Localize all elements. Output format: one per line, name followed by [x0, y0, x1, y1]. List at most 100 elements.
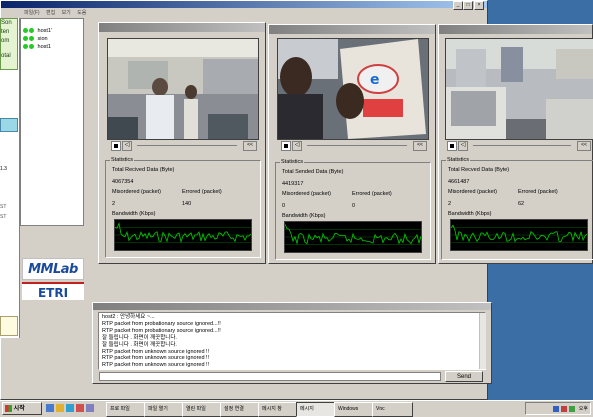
taskbar-button[interactable]: 메시지 창 — [258, 402, 299, 417]
quicklaunch-icon[interactable] — [76, 404, 84, 412]
system-tray: 오후 — [525, 402, 591, 415]
taskbar-button-label: 파일 열기 — [148, 406, 168, 412]
host-list-item[interactable]: host1' — [23, 27, 52, 35]
taskbar-button-active[interactable]: 메시지 — [296, 402, 337, 417]
video-window-1[interactable]: ◁ << Statistics Total Recived Data (Byte… — [98, 22, 266, 264]
send-button[interactable]: Send — [445, 371, 483, 382]
quicklaunch-icon[interactable] — [86, 404, 94, 412]
video-window-3[interactable]: ◁ << Statistics Total Recved Data (Byte)… — [438, 24, 593, 264]
playback-slider[interactable] — [137, 145, 237, 146]
settings-button[interactable]: << — [243, 141, 257, 151]
start-label: 시작 — [13, 406, 25, 412]
misordered-value: 2 — [112, 201, 116, 207]
log-line: RTP packet from unknown source ignored !… — [102, 355, 210, 362]
log-line: RTP packet from unknown source ignored !… — [102, 362, 210, 369]
host-list-item[interactable]: sion — [23, 35, 48, 43]
tray-icon[interactable] — [552, 405, 559, 412]
menu-item-file[interactable]: 파일(F) — [24, 10, 40, 16]
tray-icon[interactable] — [569, 405, 576, 412]
left-cyan-bar — [0, 118, 18, 132]
etri-logo-text: ETRI — [22, 282, 84, 302]
statistics-group-2: Statistics Total Sended Data (Byte) 4419… — [275, 159, 431, 260]
left-yellow-field — [0, 316, 18, 336]
log-line: 잘 들립니다 . 화면이 깨끗합니다. — [102, 341, 177, 348]
log-window[interactable]: host2 : 안녕하세요 ~... RTP packet from proba… — [92, 302, 492, 384]
left-edge-panel: Son ten om otal 1.3 ST ST — [0, 18, 20, 338]
errored-value: 0 — [352, 203, 356, 209]
log-line: 잘 들립니다 . 화면이 깨끗합니다. — [102, 334, 177, 341]
edge-label: ST — [0, 204, 7, 210]
video-window-2[interactable]: e ◁ << Statistics Total Sended Data (Byt… — [268, 24, 436, 264]
taskbar-button-label: 메시지 창 — [262, 406, 282, 412]
close-button[interactable]: × — [474, 1, 484, 10]
settings-button[interactable]: << — [577, 141, 591, 151]
minimize-button[interactable]: _ — [453, 1, 463, 10]
etri-logo: ETRI — [22, 282, 84, 300]
log-line: RTP packet from probationary source igno… — [102, 327, 221, 334]
edge-label: ST — [0, 214, 7, 220]
partial-label: otal — [1, 53, 11, 59]
taskbar-button[interactable]: 설정 연결 — [220, 402, 261, 417]
tray-clock: 오후 — [578, 406, 588, 412]
taskbar-button-label: Vnc — [376, 406, 385, 412]
bandwidth-label: Bandwidth (Kbps) — [448, 211, 492, 217]
taskbar-button[interactable]: 열린 파일 — [182, 402, 223, 417]
statistics-title: Statistics — [110, 157, 135, 163]
host-name: sion — [37, 36, 48, 42]
bandwidth-trace-line — [115, 222, 251, 244]
menu-item-view[interactable]: 보기 — [62, 10, 71, 16]
video-frame-computer-lab — [446, 39, 593, 139]
bandwidth-trace-svg — [451, 224, 587, 243]
playback-slider[interactable] — [307, 145, 407, 146]
menu-item-edit[interactable]: 편집 — [46, 10, 55, 16]
video-feed-2: e — [277, 38, 429, 140]
errored-label: Errored (packet) — [352, 191, 392, 197]
taskbar-button[interactable]: 프로 파일 — [106, 402, 147, 417]
taskbar-button[interactable]: Vnc — [372, 402, 413, 417]
stop-button[interactable] — [111, 141, 121, 151]
video-window-1-title-bar — [99, 23, 265, 32]
bandwidth-label: Bandwidth (Kbps) — [282, 213, 326, 219]
log-line: host2 : 안녕하세요 ~... — [102, 314, 155, 320]
tray-icon[interactable] — [561, 405, 568, 412]
partial-label: ten — [1, 29, 10, 35]
quicklaunch-icon[interactable] — [46, 404, 54, 412]
settings-button[interactable]: << — [413, 141, 427, 151]
taskbar-button-label: 메시지 — [300, 406, 314, 412]
quicklaunch-icon[interactable] — [66, 404, 74, 412]
data-label: Total Recived Data (Byte) — [112, 167, 175, 173]
statistics-group-1: Statistics Total Recived Data (Byte) 406… — [105, 157, 261, 258]
partial-label: om — [1, 38, 10, 44]
quicklaunch-icon[interactable] — [56, 404, 64, 412]
host-list-item[interactable]: host1 — [23, 43, 51, 51]
start-button[interactable]: 시작 — [2, 402, 42, 415]
volume-button[interactable]: ◁ — [458, 141, 468, 151]
playback-slider[interactable] — [473, 145, 571, 146]
volume-button[interactable]: ◁ — [122, 141, 132, 151]
menu-bar: 파일(F) 편집 보기 도움 — [24, 9, 104, 18]
host-name: host1' — [37, 28, 53, 34]
message-input[interactable] — [99, 372, 441, 381]
stop-button[interactable] — [281, 141, 291, 151]
log-text-area[interactable]: host2 : 안녕하세요 ~... RTP packet from proba… — [98, 312, 486, 370]
bandwidth-label: Bandwidth (Kbps) — [112, 211, 156, 217]
menu-item-help[interactable]: 도움 — [77, 10, 86, 16]
errored-label: Errored (packet) — [182, 189, 222, 195]
log-line: RTP packet from unknown source ignored !… — [102, 348, 210, 355]
misordered-label: Misordered (packet) — [448, 189, 497, 195]
taskbar-button[interactable]: 파일 열기 — [144, 402, 185, 417]
volume-button[interactable]: ◁ — [292, 141, 302, 151]
bandwidth-graph — [284, 221, 422, 253]
log-line: RTP packet from probationary source igno… — [102, 320, 221, 327]
log-scrollbar[interactable] — [479, 313, 486, 369]
taskbar-button[interactable]: Windows — [334, 402, 375, 417]
bandwidth-graph — [450, 219, 588, 251]
misordered-value: 2 — [448, 201, 452, 207]
stop-button[interactable] — [447, 141, 457, 151]
host-list-panel: host1' sion host1 — [20, 18, 84, 226]
bandwidth-trace-svg — [285, 224, 421, 245]
speaker-icon: ◁ — [124, 142, 130, 148]
video-feed-1 — [107, 38, 259, 140]
maximize-button[interactable]: □ — [463, 1, 473, 10]
data-value: 4067354 — [112, 179, 134, 185]
